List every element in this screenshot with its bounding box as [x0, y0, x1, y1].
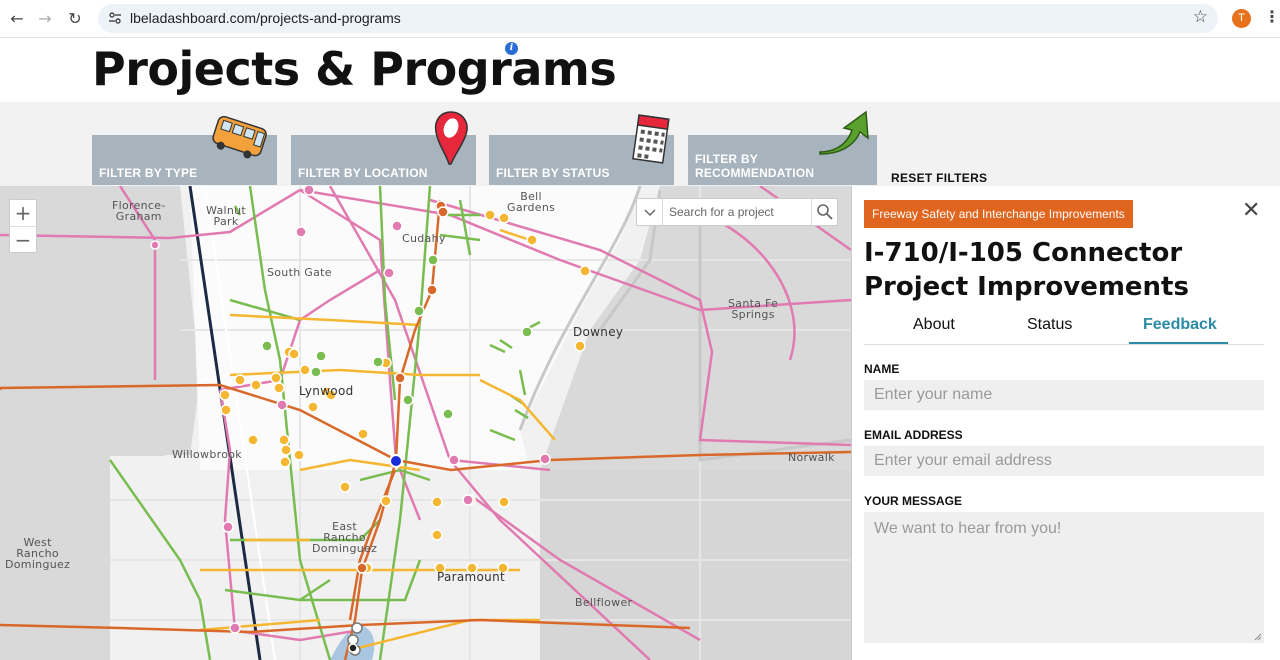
browser-menu-icon[interactable]: ⋮ [1264, 7, 1280, 26]
upward-arrow-icon [819, 110, 869, 155]
zoom-out-button[interactable]: − [10, 227, 36, 253]
back-icon[interactable]: ← [6, 8, 28, 30]
bookmark-star-icon[interactable]: ☆ [1193, 7, 1208, 27]
search-button[interactable] [811, 199, 837, 225]
place-label-bell-gardens: Bell Gardens [507, 190, 556, 214]
place-label-santa-fe-springs: Santa Fe Springs [728, 297, 779, 321]
reload-icon[interactable]: ↻ [64, 8, 86, 30]
place-label-norwalk: Norwalk [788, 451, 835, 464]
outside-area [540, 470, 851, 660]
search-icon [817, 204, 833, 220]
place-label-willowbrook: Willowbrook [172, 448, 242, 461]
filter-by-type-label: FILTER BY TYPE [99, 166, 198, 180]
map-search-box[interactable]: Search for a project [636, 198, 838, 226]
tab-feedback[interactable]: Feedback [1143, 316, 1217, 334]
message-textarea[interactable]: We want to hear from you! [864, 512, 1264, 643]
map-canvas[interactable] [0, 186, 851, 660]
email-field[interactable]: Enter your email address [864, 446, 1264, 476]
search-input[interactable]: Search for a project [669, 205, 774, 219]
tab-about[interactable]: About [913, 316, 955, 334]
message-placeholder: We want to hear from you! [874, 520, 1062, 537]
name-label: NAME [864, 362, 900, 376]
project-tabs: About Status Feedback [864, 312, 1264, 345]
email-placeholder: Enter your email address [874, 452, 1052, 469]
resize-handle-icon[interactable] [1254, 633, 1262, 641]
url-text[interactable]: lbeladashboard.com/projects-and-programs [130, 10, 401, 26]
tab-status[interactable]: Status [1027, 316, 1072, 334]
place-label-south-gate: South Gate [267, 266, 332, 279]
info-icon[interactable]: i [505, 42, 518, 55]
filter-by-recommendation-label: FILTER BY RECOMMENDATION [695, 152, 815, 180]
message-label: YOUR MESSAGE [864, 494, 963, 508]
place-label-bellflower: Bellflower [575, 596, 633, 609]
search-dropdown-button[interactable] [637, 199, 663, 225]
project-title: I-710/I-105 Connector Project Improvemen… [864, 238, 1189, 302]
profile-avatar[interactable]: T [1232, 9, 1251, 28]
page-title: Projects & Programs [92, 42, 617, 96]
active-tab-indicator [1129, 342, 1228, 344]
name-placeholder: Enter your name [874, 386, 993, 403]
place-label-downey: Downey [573, 325, 624, 339]
place-label-florence-graham: Florence- Graham [112, 199, 166, 223]
browser-toolbar: ← → ↻ lbeladashboard.com/projects-and-pr… [0, 0, 1280, 38]
location-pin-icon [434, 111, 468, 165]
close-icon[interactable]: ✕ [1242, 198, 1260, 223]
place-label-paramount: Paramount [437, 570, 505, 584]
name-field[interactable]: Enter your name [864, 380, 1264, 410]
project-map[interactable]: Florence- Graham Walnut Park Bell Garden… [0, 186, 851, 660]
filter-by-status-label: FILTER BY STATUS [496, 166, 610, 180]
chevron-down-icon [644, 209, 656, 217]
site-settings-icon[interactable] [108, 11, 122, 25]
calendar-icon [632, 114, 670, 164]
place-label-lynwood: Lynwood [299, 384, 354, 398]
zoom-in-button[interactable]: + [10, 200, 36, 226]
place-label-east-rancho-dominguez: East Rancho Dominguez [312, 520, 378, 555]
place-label-cudahy: Cudahy [402, 232, 446, 245]
reset-filters-link[interactable]: RESET FILTERS [891, 171, 987, 185]
map-zoom-control: + − [9, 199, 37, 253]
project-category-tag: Freeway Safety and Interchange Improveme… [864, 200, 1133, 228]
filter-by-location-label: FILTER BY LOCATION [298, 166, 428, 180]
bus-icon [212, 115, 267, 159]
forward-icon[interactable]: → [34, 8, 56, 30]
selected-project-marker [389, 454, 403, 468]
place-label-walnut-park: Walnut Park [206, 204, 247, 228]
email-label: EMAIL ADDRESS [864, 428, 963, 442]
place-label-west-rancho-dominguez: West Rancho Dominguez [5, 536, 71, 571]
address-bar[interactable]: lbeladashboard.com/projects-and-programs… [98, 4, 1218, 33]
